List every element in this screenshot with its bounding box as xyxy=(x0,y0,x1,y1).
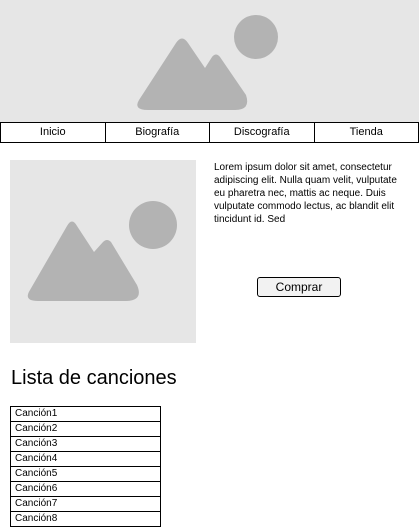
nav-item-tienda[interactable]: Tienda xyxy=(315,123,419,142)
album-image xyxy=(10,160,196,343)
nav-item-biografia[interactable]: Biografía xyxy=(106,123,210,142)
song-item[interactable]: Canción6 xyxy=(10,482,161,497)
image-placeholder-icon xyxy=(27,201,177,301)
hero-banner xyxy=(0,0,419,122)
buy-button[interactable]: Comprar xyxy=(257,277,341,297)
song-item[interactable]: Canción7 xyxy=(10,497,161,512)
song-list-heading: Lista de canciones xyxy=(11,367,177,389)
song-item[interactable]: Canción8 xyxy=(10,512,161,527)
main-nav: Inicio Biografía Discografía Tienda xyxy=(0,122,419,143)
song-item[interactable]: Canción3 xyxy=(10,437,161,452)
song-item[interactable]: Canción5 xyxy=(10,467,161,482)
song-item[interactable]: Canción4 xyxy=(10,452,161,467)
song-item[interactable]: Canción2 xyxy=(10,422,161,437)
nav-item-inicio[interactable]: Inicio xyxy=(1,123,106,142)
song-list: Canción1 Canción2 Canción3 Canción4 Canc… xyxy=(10,406,161,527)
nav-item-discografia[interactable]: Discografía xyxy=(210,123,315,142)
song-item[interactable]: Canción1 xyxy=(10,407,161,422)
image-placeholder-icon xyxy=(137,15,278,110)
album-description: Lorem ipsum dolor sit amet, consectetur … xyxy=(214,162,397,225)
